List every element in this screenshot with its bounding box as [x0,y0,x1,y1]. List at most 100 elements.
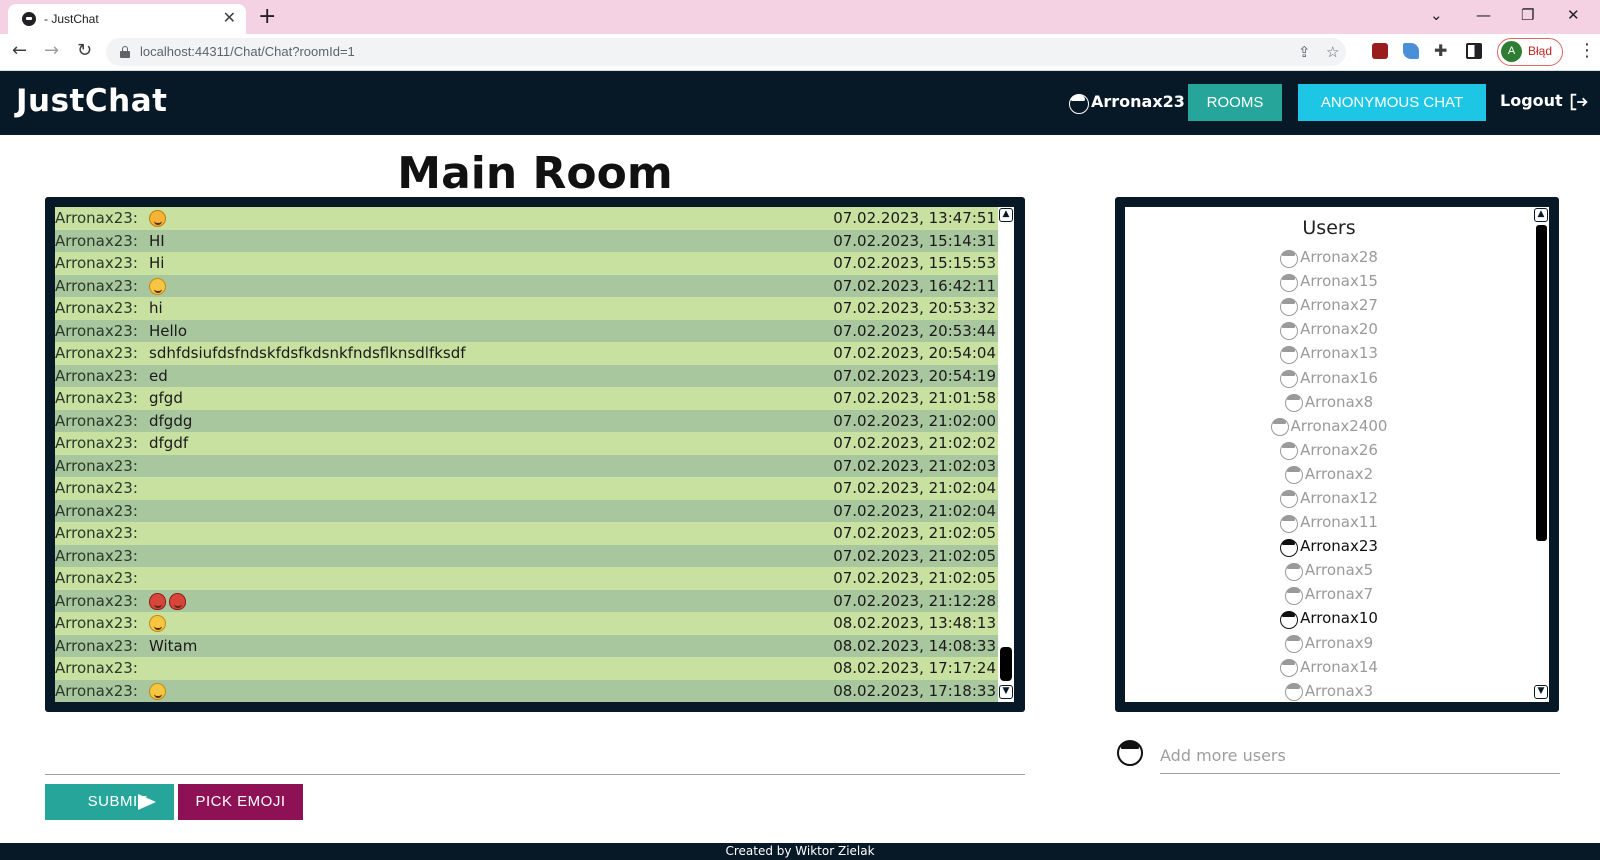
user-list-item[interactable]: Arronax10 [1125,606,1533,630]
anonymous-chat-button[interactable]: ANONYMOUS CHAT [1298,84,1486,121]
ublock-extension-icon[interactable] [1372,43,1388,59]
user-list-item[interactable]: Arronax9 [1125,631,1533,655]
minimize-icon[interactable]: — [1476,4,1491,26]
user-name: Arronax27 [1300,296,1378,315]
users-title: Users [1302,217,1356,239]
message-author: Arronax23: [55,434,138,453]
user-list-item[interactable]: Arronax28 [1125,245,1533,269]
forward-icon[interactable]: → [44,40,59,62]
send-icon [138,794,156,810]
message-timestamp: 07.02.2023, 21:02:03 [833,456,996,475]
scroll-down-icon[interactable]: ▼ [999,685,1013,699]
users-scrollbar[interactable]: ▲ ▼ [1533,207,1549,702]
message-timestamp: 07.02.2023, 21:02:00 [833,411,996,430]
message-list[interactable]: Arronax23: 07.02.2023, 13:47:51 Arronax23:… [55,207,998,702]
close-tab-icon[interactable]: ✕ [223,9,236,27]
avatar: A [1501,41,1522,62]
brand-logo[interactable]: JustChat [16,83,167,119]
message-timestamp: 08.02.2023, 17:17:24 [833,659,996,678]
user-list-item[interactable]: Arronax2400 [1125,414,1533,438]
user-avatar-icon [1280,370,1299,389]
scroll-up-icon[interactable]: ▲ [1534,208,1548,222]
message-timestamp: 07.02.2023, 21:02:05 [833,569,996,588]
url-text[interactable]: localhost:44311/Chat/Chat?roomId=1 [140,44,355,59]
user-list-item[interactable]: Arronax7 [1125,582,1533,606]
chat-scroll-thumb[interactable] [1000,647,1012,681]
pick-emoji-button[interactable]: PICK EMOJI [178,784,303,820]
star-emoji-icon [149,210,166,228]
user-list-item[interactable]: Arronax11 [1125,510,1533,534]
add-users-input[interactable] [1160,738,1560,774]
user-avatar-icon [1284,466,1303,485]
message-text: Hi [147,254,833,272]
message-timestamp: 07.02.2023, 21:02:02 [833,434,996,453]
profile-button[interactable]: A Błąd [1497,38,1563,66]
message-text [147,209,833,228]
user-list-item[interactable]: Arronax16 [1125,365,1533,389]
message-row: Arronax23: dfgdf 07.02.2023, 21:02:02 [55,432,998,455]
back-icon[interactable]: ← [12,40,27,62]
browser-tab[interactable]: - JustChat ✕ [8,4,246,34]
message-timestamp: 08.02.2023, 14:08:33 [833,636,996,655]
close-window-icon[interactable]: ✕ [1567,4,1580,26]
chat-window: Arronax23: 07.02.2023, 13:47:51 Arronax23:… [45,197,1025,712]
users-list: Arronax28 Arronax15 Arronax27 Arronax20 Arro… [1125,245,1533,702]
user-list-item[interactable]: Arronax15 [1125,269,1533,293]
user-avatar-icon [1280,273,1299,292]
message-author: Arronax23: [55,254,138,273]
user-avatar-icon [1284,586,1303,605]
reload-icon[interactable]: ↻ [77,40,92,62]
message-timestamp: 07.02.2023, 21:02:05 [833,524,996,543]
browser-menu-icon[interactable]: ⋮ [1578,40,1596,62]
message-timestamp: 07.02.2023, 13:47:51 [833,209,996,228]
new-tab-icon[interactable]: + [258,4,276,30]
restore-icon[interactable]: ❐ [1521,4,1534,26]
message-author: Arronax23: [55,231,138,250]
message-author: Arronax23: [55,321,138,340]
logout-label: Logout [1500,91,1563,110]
scroll-up-icon[interactable]: ▲ [999,208,1013,222]
share-icon[interactable]: ⇪ [1298,42,1311,62]
rooms-button[interactable]: ROOMS [1188,84,1282,121]
message-text: Witam [147,637,833,655]
user-list-item[interactable]: Arronax8 [1125,390,1533,414]
user-list-item[interactable]: Arronax2 [1125,462,1533,486]
user-list-item[interactable]: Arronax26 [1125,438,1533,462]
user-avatar-icon [1284,683,1303,702]
submit-button[interactable]: SUBMIT [45,784,174,820]
message-row: Arronax23: 07.02.2023, 16:42:11 [55,274,998,297]
scroll-down-icon[interactable]: ▼ [1534,685,1548,699]
message-author: Arronax23: [55,501,138,520]
extensions-puzzle-icon[interactable]: ✚ [1434,40,1447,62]
user-name: Arronax23 [1300,537,1378,556]
devil-emoji-icon [169,592,186,610]
user-list-item[interactable]: Arronax14 [1125,655,1533,679]
lock-icon[interactable] [120,46,130,58]
extension-feather-icon[interactable] [1403,43,1419,59]
user-list-item[interactable]: Arronax27 [1125,293,1533,317]
users-scroll-thumb[interactable] [1536,225,1547,541]
message-author: Arronax23: [55,681,138,700]
user-avatar-icon [1069,94,1089,114]
user-list-item[interactable]: Arronax3 [1125,679,1533,702]
user-list-item[interactable]: Arronax12 [1125,486,1533,510]
chat-scrollbar[interactable]: ▲ ▼ [998,207,1014,702]
side-panel-icon[interactable] [1466,43,1482,59]
user-list-item[interactable]: Arronax13 [1125,341,1533,365]
tab-search-icon[interactable]: ⌄ [1430,4,1443,26]
user-avatar-icon [1280,345,1299,364]
address-bar[interactable]: localhost:44311/Chat/Chat?roomId=1 ⇪ ☆ [106,38,1346,66]
message-author: Arronax23: [55,591,138,610]
message-row: Arronax23: 08.02.2023, 13:48:13 [55,612,998,635]
user-list-item[interactable]: Arronax23 [1125,534,1533,558]
current-username: Arronax23 [1091,92,1185,111]
message-text [147,614,833,633]
message-author: Arronax23: [55,366,138,385]
message-input[interactable] [45,774,1025,775]
profile-error-label: Błąd [1528,44,1553,58]
message-body: hi [149,299,163,318]
users-list-container[interactable]: Users Arronax28 Arronax15 Arronax27 Arronax… [1125,207,1533,702]
user-list-item[interactable]: Arronax20 [1125,317,1533,341]
user-list-item[interactable]: Arronax5 [1125,558,1533,582]
bookmark-star-icon[interactable]: ☆ [1326,42,1339,62]
